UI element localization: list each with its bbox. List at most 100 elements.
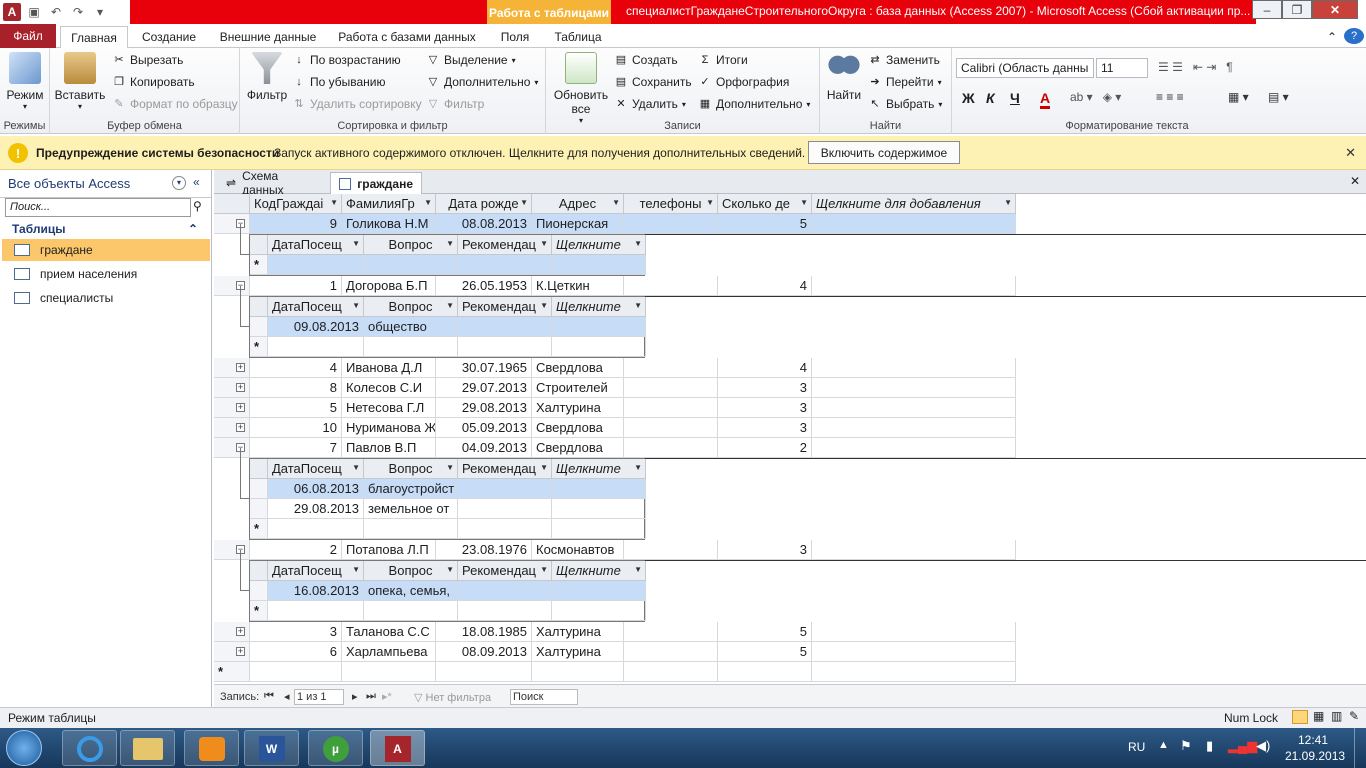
col-id-cell[interactable]: 8 — [250, 378, 342, 398]
font-size-select[interactable]: 11 — [1096, 58, 1148, 78]
sub-new-cell[interactable] — [458, 519, 552, 539]
next-record-button[interactable]: ▸ — [352, 690, 358, 703]
tab-home[interactable]: Главная — [60, 26, 128, 48]
sub-new-cell[interactable] — [552, 255, 646, 275]
sub-date-cell[interactable]: 29.08.2013 — [268, 499, 364, 519]
grid-search-input[interactable]: Поиск — [510, 689, 578, 705]
sub-col-header-2[interactable]: Рекомендац ▼ — [458, 235, 552, 255]
col-id-cell[interactable]: 4 — [250, 358, 342, 378]
col-address-new-cell[interactable] — [532, 662, 624, 682]
sub-new-cell[interactable] — [364, 519, 458, 539]
col-id-header[interactable]: КодГраждаі ▼ — [250, 194, 342, 214]
sub-select-corner[interactable] — [250, 561, 268, 581]
list-icons[interactable]: ☰ ☰ ⇤ ⇥ ¶ — [1158, 60, 1233, 74]
sub-empty-cell[interactable] — [552, 317, 646, 337]
col-id-cell[interactable]: 1 — [250, 276, 342, 296]
tab-table[interactable]: Таблица — [548, 26, 608, 48]
sub-new-cell[interactable] — [268, 337, 364, 357]
col-children-cell[interactable]: 4 — [718, 358, 812, 378]
nav-header[interactable]: Все объекты Access ▾ « — [0, 170, 211, 198]
col-children-cell[interactable]: 4 — [718, 276, 812, 296]
ie-taskbar-icon[interactable] — [62, 730, 117, 766]
chevron-down-icon[interactable]: ▼ — [540, 301, 548, 310]
replace-button[interactable]: ⇄ Заменить — [868, 53, 940, 67]
sub-question-cell[interactable]: опека, семья, — [364, 581, 458, 601]
col-address-cell[interactable]: Свердлова — [532, 358, 624, 378]
col-add-field-header[interactable]: Щелкните для добавления ▼ — [812, 194, 1016, 214]
chevron-down-icon[interactable]: ▼ — [446, 301, 454, 310]
goto-button[interactable]: ➔ Перейти ▾ — [868, 75, 941, 89]
col-birthdate-cell[interactable]: 29.08.2013 — [436, 398, 532, 418]
close-document-icon[interactable]: ✕ — [1350, 174, 1360, 188]
access-app-icon[interactable]: A — [3, 3, 21, 21]
search-icon[interactable]: ⚲ — [193, 199, 202, 213]
help-icon[interactable]: ? — [1344, 28, 1364, 44]
col-phones-cell[interactable] — [624, 418, 718, 438]
col-add-field-cell[interactable] — [812, 438, 1016, 458]
chevron-down-icon[interactable]: ▼ — [352, 301, 360, 310]
col-phones-cell[interactable] — [624, 642, 718, 662]
tab-database-tools[interactable]: Работа с базами данных — [334, 26, 480, 48]
sub-col-header-2[interactable]: Рекомендац ▼ — [458, 459, 552, 479]
chevron-down-icon[interactable]: ▼ — [446, 239, 454, 248]
new-record-row[interactable]: * — [214, 662, 1366, 682]
col-birthdate-cell[interactable]: 29.07.2013 — [436, 378, 532, 398]
nav-item-specialists[interactable]: специалисты — [2, 287, 210, 309]
sub-new-cell[interactable] — [364, 601, 458, 621]
sub-new-cell[interactable] — [268, 519, 364, 539]
chevron-down-icon[interactable]: ▼ — [520, 198, 528, 207]
col-add-field-cell[interactable] — [812, 418, 1016, 438]
doc-tab-relationships[interactable]: ⇌ Схема данных — [218, 169, 328, 197]
col-children-new-cell[interactable] — [718, 662, 812, 682]
expand-icon[interactable]: + — [236, 647, 245, 656]
col-children-cell[interactable]: 3 — [718, 378, 812, 398]
sub-new-row[interactable]: * — [250, 255, 646, 275]
chevron-down-icon[interactable]: ▼ — [1004, 198, 1012, 207]
new-row-asterisk[interactable]: * — [250, 255, 268, 275]
customize-qat-icon[interactable]: ▾ — [91, 3, 109, 21]
chevron-down-icon[interactable]: ▼ — [634, 463, 642, 472]
sub-new-cell[interactable] — [364, 255, 458, 275]
col-children-cell[interactable]: 2 — [718, 438, 812, 458]
chevron-down-icon[interactable]: ▼ — [634, 239, 642, 248]
sub-col-header-1[interactable]: Вопрос ▼ — [364, 235, 458, 255]
col-add-field-cell[interactable] — [812, 378, 1016, 398]
doc-tab-citizens[interactable]: граждане — [330, 172, 422, 194]
col-birthdate-cell[interactable]: 08.09.2013 — [436, 642, 532, 662]
sort-ascending-button[interactable]: ↓ По возрастанию — [292, 53, 400, 67]
format-painter-button[interactable]: ✎ Формат по образцу — [112, 97, 237, 111]
new-row-asterisk[interactable]: * — [250, 519, 268, 539]
col-surname-cell[interactable]: Колесов С.И — [342, 378, 436, 398]
last-record-button[interactable]: ⏭ — [366, 690, 376, 703]
nav-search-input[interactable]: Поиск... — [5, 198, 191, 217]
clock-date[interactable]: 21.09.2013 — [1285, 749, 1345, 763]
col-phones-new-cell[interactable] — [624, 662, 718, 682]
col-address-cell[interactable]: Свердлова — [532, 438, 624, 458]
sub-row[interactable]: 09.08.2013 общество — [250, 317, 646, 337]
col-address-cell[interactable]: Халтурина — [532, 622, 624, 642]
sub-col-header-3[interactable]: Щелкните ▼ — [552, 235, 646, 255]
col-birthdate-cell[interactable]: 18.08.1985 — [436, 622, 532, 642]
filter-button[interactable]: Фильтр — [244, 52, 290, 102]
new-record-nav-button[interactable]: ▸* — [382, 690, 392, 703]
sub-row-selector[interactable] — [250, 317, 268, 337]
table-row[interactable]: −2 Потапова Л.П 23.08.1976 Космонавтов 3 — [214, 540, 1366, 560]
col-phones-cell[interactable] — [624, 358, 718, 378]
word-taskbar-icon[interactable]: W — [244, 730, 299, 766]
col-phones-cell[interactable] — [624, 276, 718, 296]
col-surname-cell[interactable]: Харлампьева — [342, 642, 436, 662]
col-phones-cell[interactable] — [624, 540, 718, 560]
sub-new-cell[interactable] — [552, 519, 646, 539]
collapse-section-icon[interactable]: ⌃ — [188, 222, 198, 236]
chevron-down-icon[interactable]: ▼ — [800, 198, 808, 207]
chevron-down-icon[interactable]: ▼ — [540, 239, 548, 248]
col-surname-cell[interactable]: Таланова С.С — [342, 622, 436, 642]
show-desktop-button[interactable] — [1354, 728, 1366, 768]
sub-col-header-0[interactable]: ДатаПосещ ▼ — [268, 561, 364, 581]
new-row-asterisk[interactable]: * — [250, 337, 268, 357]
sub-new-cell[interactable] — [268, 601, 364, 621]
sub-row[interactable]: 29.08.2013 земельное от — [250, 499, 646, 519]
sub-new-cell[interactable] — [458, 255, 552, 275]
col-surname-cell[interactable]: Голикова Н.М — [342, 214, 436, 234]
sub-empty-cell[interactable] — [458, 317, 552, 337]
